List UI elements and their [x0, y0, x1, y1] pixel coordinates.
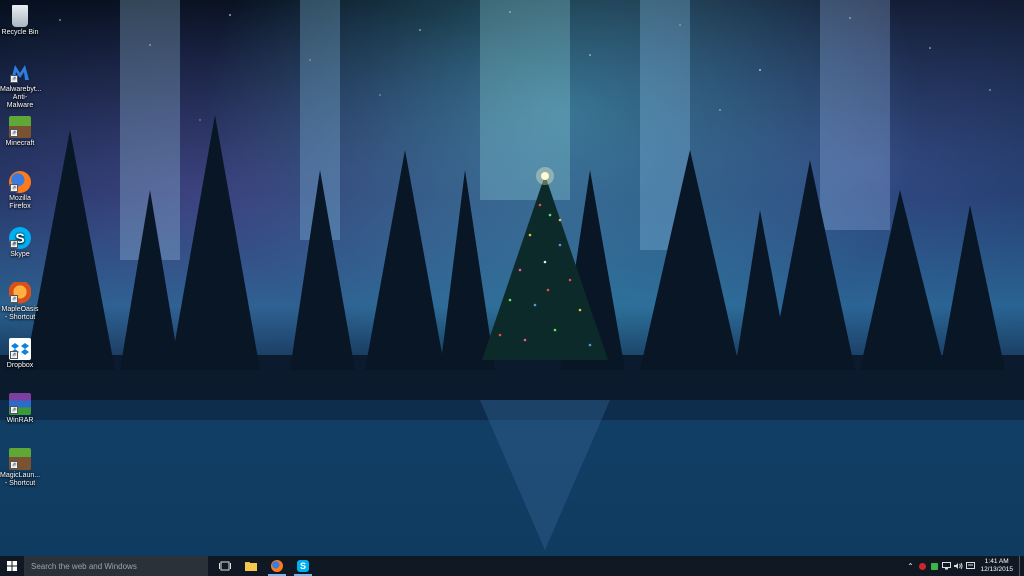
- desktop-icon-skype[interactable]: S ↗ Skype: [0, 227, 40, 259]
- malwarebytes-icon: ↗: [9, 62, 31, 84]
- desktop-wallpaper: [0, 0, 1024, 556]
- start-button[interactable]: [0, 556, 24, 576]
- antivirus-tray-icon[interactable]: [916, 556, 928, 576]
- volume-icon[interactable]: [952, 556, 964, 576]
- desktop-icon-malwarebytes[interactable]: ↗ Malwarebyt... Anti-Malware: [0, 62, 42, 110]
- clock-time: 1:41 AM: [984, 558, 1009, 565]
- desktop-icon-minecraft[interactable]: ↗ Minecraft: [0, 116, 40, 148]
- notifications-icon[interactable]: [964, 556, 976, 576]
- firefox-icon: ↗: [9, 171, 31, 193]
- magiclauncher-icon: ↗: [9, 448, 31, 470]
- windows-logo-icon: [7, 561, 17, 571]
- desktop-icon-label: Malwarebyt... Anti-Malware: [0, 86, 42, 109]
- taskbar-file-explorer[interactable]: [238, 556, 264, 576]
- desktop-icon-recycle-bin[interactable]: Recycle Bin: [0, 5, 40, 37]
- skype-icon: S ↗: [9, 227, 31, 249]
- desktop-icon-label: Dropbox: [6, 362, 34, 369]
- show-desktop-button[interactable]: [1019, 556, 1024, 576]
- desktop-icon-label: Skype: [10, 251, 30, 258]
- desktop-icon-winrar[interactable]: ↗ WinRAR: [0, 393, 40, 425]
- taskbar-skype[interactable]: S: [290, 556, 316, 576]
- task-view-button[interactable]: [212, 556, 238, 576]
- desktop-icon-magiclauncher[interactable]: ↗ MagicLaun... - Shortcut: [0, 448, 40, 488]
- taskbar: Search the web and Windows S ⌃ 1:41 AM 1…: [0, 556, 1024, 576]
- taskbar-firefox[interactable]: [264, 556, 290, 576]
- skype-icon: S: [297, 560, 309, 572]
- app-tray-icon[interactable]: [928, 556, 940, 576]
- task-view-icon: [219, 561, 231, 571]
- desktop-icon-label: Minecraft: [5, 140, 35, 147]
- desktop-icon-label: MapleOasis - Shortcut: [1, 306, 39, 321]
- mapleoasis-icon: ↗: [9, 282, 31, 304]
- clock-date: 12/13/2015: [980, 566, 1013, 573]
- desktop-icon-dropbox[interactable]: ↗ Dropbox: [0, 338, 40, 370]
- winrar-icon: ↗: [9, 393, 31, 415]
- dropbox-icon: ↗: [9, 338, 31, 360]
- show-hidden-icons-chevron-icon[interactable]: ⌃: [904, 556, 916, 576]
- recycle-bin-icon: [12, 5, 28, 27]
- desktop-icon-label: Mozilla Firefox: [9, 195, 31, 210]
- desktop-icon-label: MagicLaun... - Shortcut: [0, 472, 41, 487]
- desktop-icon-firefox[interactable]: ↗ Mozilla Firefox: [0, 171, 40, 211]
- desktop-icon-label: WinRAR: [6, 417, 34, 424]
- desktop-icon-mapleoasis[interactable]: ↗ MapleOasis - Shortcut: [0, 282, 40, 322]
- minecraft-icon: ↗: [9, 116, 31, 138]
- firefox-icon: [271, 560, 283, 572]
- folder-icon: [245, 562, 257, 571]
- clock[interactable]: 1:41 AM 12/13/2015: [976, 558, 1019, 574]
- system-tray: ⌃ 1:41 AM 12/13/2015: [904, 556, 1024, 576]
- desktop-icon-label: Recycle Bin: [1, 29, 39, 36]
- search-placeholder: Search the web and Windows: [31, 561, 137, 571]
- network-icon[interactable]: [940, 556, 952, 576]
- search-input[interactable]: Search the web and Windows: [24, 556, 208, 576]
